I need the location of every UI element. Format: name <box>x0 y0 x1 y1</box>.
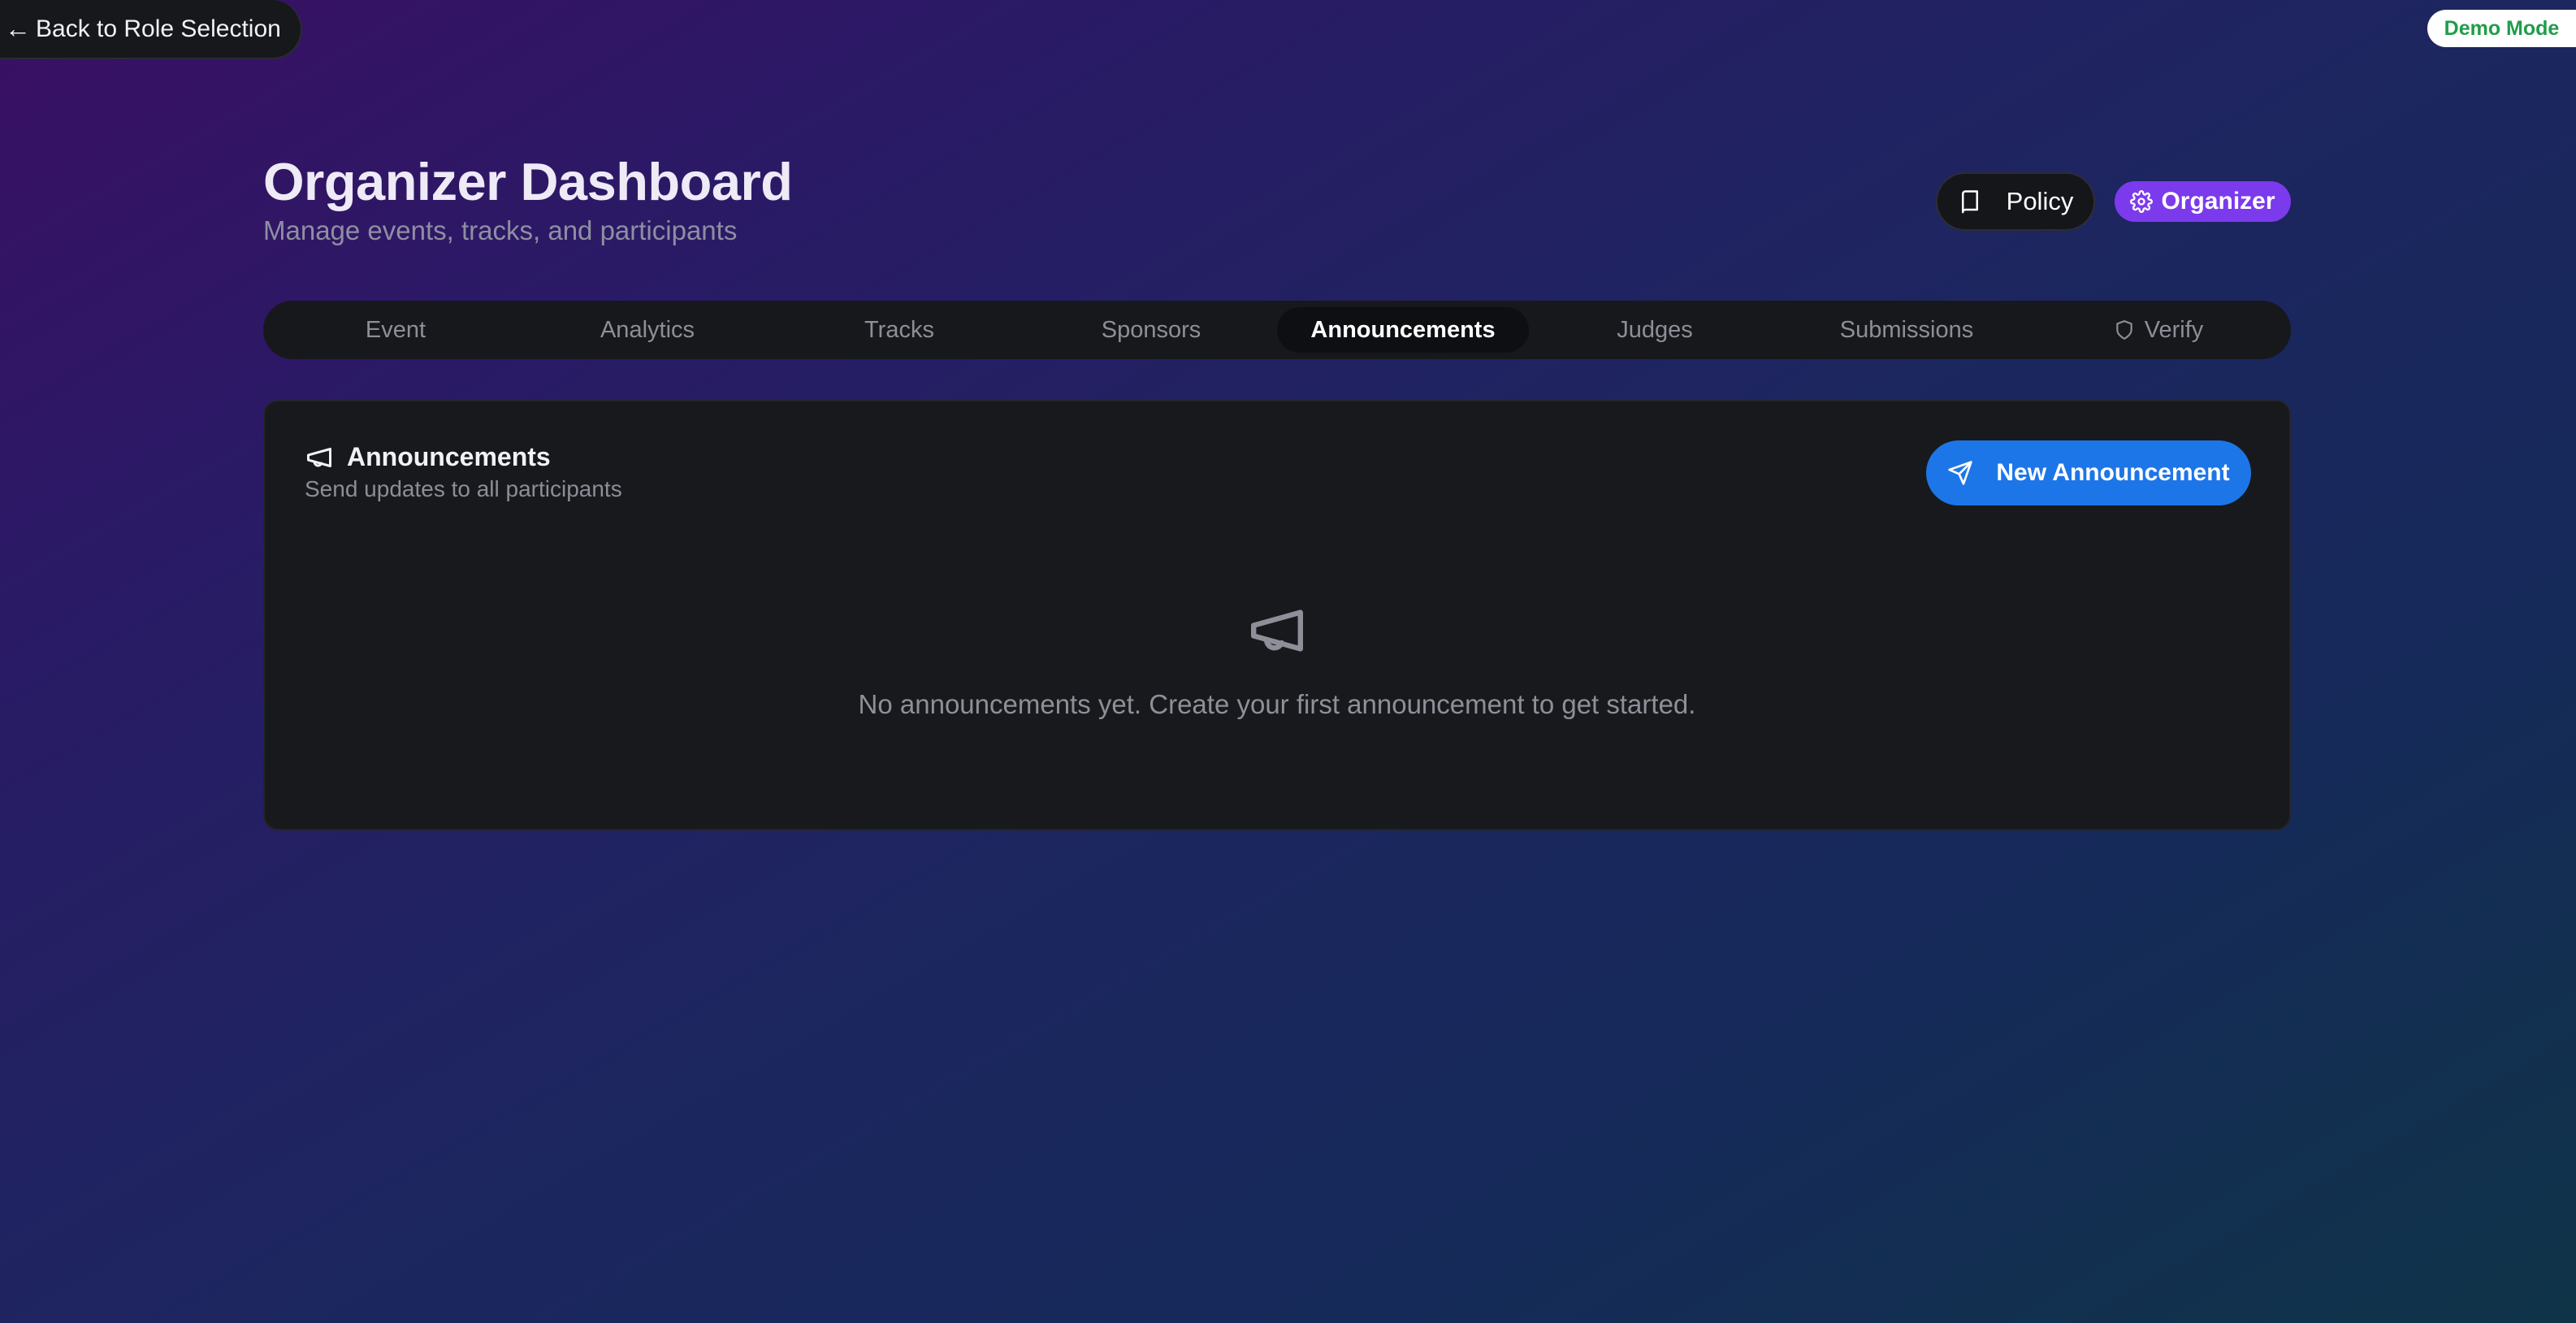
empty-state-text: No announcements yet. Create your first … <box>858 689 1696 719</box>
policy-button[interactable]: Policy <box>1936 172 2095 231</box>
tab-submissions[interactable]: Submissions <box>1781 307 2033 353</box>
role-badge-label: Organizer <box>2161 188 2275 215</box>
tab-analytics[interactable]: Analytics <box>522 307 773 353</box>
tab-sponsors[interactable]: Sponsors <box>1025 307 1277 353</box>
card-subtitle: Send updates to all participants <box>305 476 622 501</box>
tab-verify[interactable]: Verify <box>2033 307 2284 353</box>
megaphone-icon <box>1250 609 1303 652</box>
tab-label: Sponsors <box>1101 316 1201 343</box>
tab-label: Judges <box>1617 316 1693 343</box>
tab-label: Tracks <box>864 316 934 343</box>
card-title: Announcements <box>347 442 551 471</box>
back-arrow-icon: ← <box>5 14 31 43</box>
announcements-card: Announcements Send updates to all partic… <box>263 400 2291 831</box>
dashboard-tabs: Event Analytics Tracks Sponsors Announce… <box>263 301 2291 359</box>
tab-announcements[interactable]: Announcements <box>1277 307 1529 353</box>
tab-judges[interactable]: Judges <box>1529 307 1781 353</box>
back-to-role-selection-button[interactable]: ← Back to Role Selection <box>0 0 302 59</box>
tab-label: Analytics <box>600 316 695 343</box>
policy-button-label: Policy <box>2006 187 2074 215</box>
send-icon <box>1948 461 1973 485</box>
card-title-row: Announcements <box>305 442 551 472</box>
tab-label: Event <box>365 316 426 343</box>
book-icon <box>1961 190 1978 214</box>
back-button-label: Back to Role Selection <box>36 15 281 42</box>
organizer-role-badge: Organizer <box>2115 181 2291 222</box>
megaphone-icon <box>307 447 331 467</box>
empty-state: No announcements yet. Create your first … <box>265 605 2289 720</box>
header-actions: Policy Organizer <box>1936 172 2291 231</box>
demo-mode-badge: Demo Mode <box>2427 10 2576 47</box>
dashboard-header: Organizer Dashboard Manage events, track… <box>263 150 2291 246</box>
new-announcement-label: New Announcement <box>1996 459 2230 486</box>
tab-label: Announcements <box>1310 316 1496 343</box>
tab-event[interactable]: Event <box>270 307 522 353</box>
tab-label: Submissions <box>1839 316 1974 343</box>
new-announcement-button[interactable]: New Announcement <box>1926 440 2251 505</box>
tab-label: Verify <box>2144 316 2204 343</box>
tab-tracks[interactable]: Tracks <box>773 307 1025 353</box>
gear-icon <box>2130 190 2154 213</box>
shield-icon <box>2115 320 2132 340</box>
